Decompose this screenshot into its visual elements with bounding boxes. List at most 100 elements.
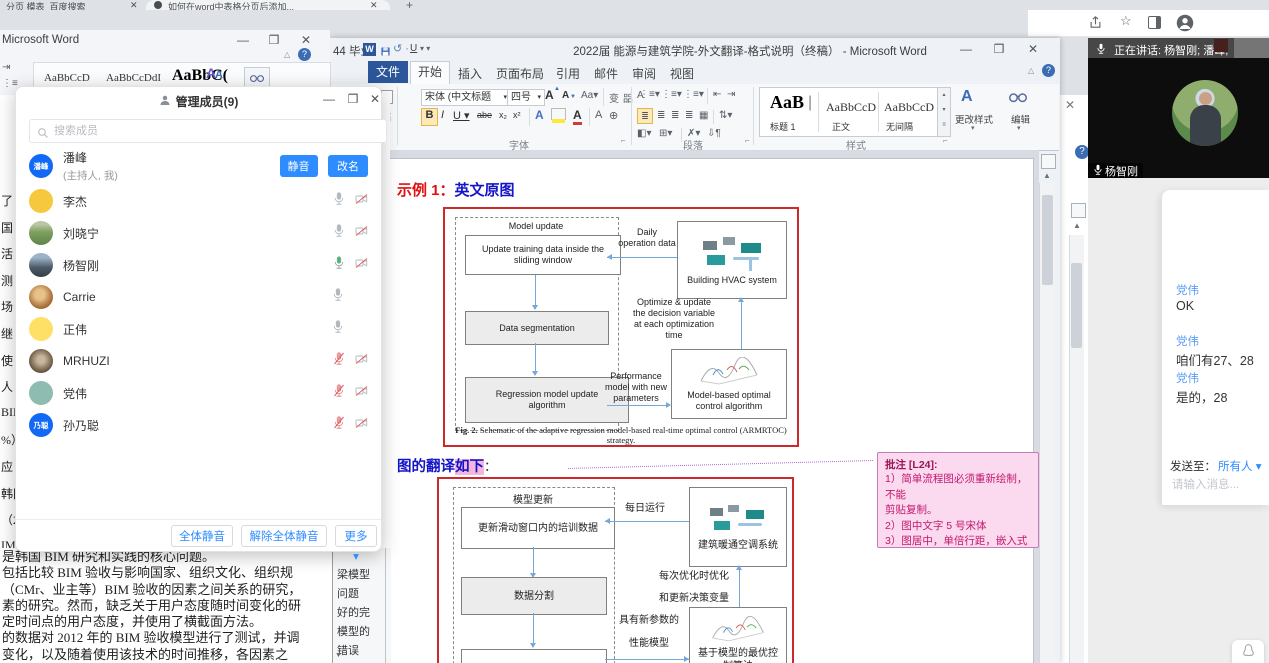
styles-gallery[interactable]: AaB| 标题 1 AaBbCcD 正文 AaBbCcD 无间隔 bbox=[759, 87, 939, 137]
mute-button[interactable]: 静音 bbox=[280, 155, 318, 177]
indent-icon[interactable]: ⇥ bbox=[2, 62, 10, 73]
superscript-icon[interactable]: x² bbox=[513, 110, 521, 120]
help-icon[interactable]: ? bbox=[1075, 145, 1089, 159]
distribute-icon[interactable]: ▦ bbox=[699, 110, 708, 121]
tab-close-icon[interactable]: ✕ bbox=[130, 0, 138, 10]
style-preview-normal[interactable]: AaBbCcD bbox=[826, 100, 876, 115]
menu-dots-icon[interactable]: ⋮ bbox=[1264, 13, 1269, 27]
tab-review[interactable]: 审阅 bbox=[632, 65, 656, 82]
help-icon[interactable]: ? bbox=[298, 48, 311, 61]
scroll-up-icon[interactable]: ▲ bbox=[1043, 171, 1051, 180]
minimize-icon[interactable]: — bbox=[232, 33, 254, 47]
camera-off-icon[interactable] bbox=[355, 416, 368, 434]
camera-off-icon[interactable] bbox=[355, 224, 368, 242]
style-preview-heading1[interactable]: AaB bbox=[770, 92, 804, 113]
tab-close-icon[interactable]: ✕ bbox=[370, 0, 378, 10]
ribbon-collapse-icon[interactable]: △ bbox=[1028, 66, 1034, 75]
mic-icon[interactable] bbox=[333, 192, 345, 210]
member-row[interactable]: 乃聪 孙乃聪 bbox=[29, 409, 368, 441]
phonetic-guide-icon[interactable]: 变 bbox=[609, 90, 619, 105]
text-effects-icon[interactable]: A bbox=[535, 108, 544, 122]
bold-icon[interactable]: B bbox=[421, 108, 438, 126]
align-right-icon[interactable]: ≣ bbox=[671, 110, 679, 121]
video-tile[interactable]: 杨智刚 bbox=[1088, 58, 1269, 178]
italic-icon[interactable]: I bbox=[441, 109, 444, 121]
browser-tab-1[interactable]: 分页 模表_百度搜索 bbox=[6, 0, 86, 10]
undo-icon[interactable]: ↺ · bbox=[393, 42, 409, 55]
maximize-icon[interactable]: ❒ bbox=[263, 33, 285, 47]
camera-off-icon[interactable] bbox=[355, 384, 368, 402]
multilevel-list-icon[interactable]: ⋮≡▾ bbox=[683, 89, 704, 100]
sort-icon[interactable]: ⇩¶ bbox=[707, 128, 721, 139]
shrink-font-icon[interactable]: A bbox=[562, 90, 569, 101]
member-row[interactable]: Carrie bbox=[29, 281, 368, 313]
style-preview[interactable]: AaBbCcD bbox=[44, 72, 90, 84]
profile-avatar-icon[interactable] bbox=[1176, 14, 1194, 37]
dropdown-icon[interactable]: ▼ bbox=[335, 652, 342, 659]
tab-insert[interactable]: 插入 bbox=[458, 65, 482, 82]
underline-icon[interactable]: U ▾ bbox=[453, 109, 470, 122]
member-row[interactable]: 李杰 bbox=[29, 185, 368, 217]
close-icon[interactable]: ✕ bbox=[295, 33, 317, 47]
camera-off-icon[interactable] bbox=[355, 352, 368, 370]
mic-muted-icon[interactable] bbox=[333, 384, 345, 402]
change-styles-icon[interactable]: A bbox=[961, 88, 973, 106]
styles-dialog-launcher-icon[interactable]: ⌐ bbox=[943, 136, 948, 145]
member-row[interactable]: 刘晓宁 bbox=[29, 217, 368, 249]
numbering-icon[interactable]: ⋮≡▾ bbox=[661, 89, 682, 100]
more-button[interactable]: 更多 ▾ bbox=[335, 525, 377, 547]
font-size-select[interactable]: 四号▾ bbox=[507, 89, 545, 106]
comment-balloon[interactable]: 批注 [L24]: 1）简单流程图必须重新绘制，不能剪贴复制。2）图中文字 5 … bbox=[877, 452, 1039, 548]
mute-all-button[interactable]: 全体静音 bbox=[171, 525, 233, 547]
styles-gallery-scroll[interactable]: ▴▾≡ bbox=[937, 87, 951, 137]
mic-icon[interactable] bbox=[333, 224, 345, 242]
style-preview[interactable]: AaBbCcDdI bbox=[106, 72, 161, 84]
tab-file[interactable]: 文件 bbox=[368, 61, 408, 83]
bullets-icon[interactable]: ⋮≡▾ bbox=[639, 89, 660, 100]
tab-page-layout[interactable]: 页面布局 bbox=[496, 65, 544, 82]
browser-tab-2[interactable]: 如何在word中表格分页后添加... ✕ bbox=[146, 0, 390, 10]
change-case-icon[interactable]: Aa▾ bbox=[581, 90, 598, 101]
member-row[interactable]: 杨智刚 bbox=[29, 249, 368, 281]
minimize-icon[interactable]: — bbox=[318, 92, 340, 106]
browse-object-icon[interactable] bbox=[1041, 154, 1056, 169]
font-dialog-launcher-icon[interactable]: ⌐ bbox=[621, 136, 626, 145]
font-name-select[interactable]: 宋体 (中文标题 ▾ bbox=[421, 89, 511, 106]
bookmark-star-icon[interactable]: ☆ bbox=[1120, 13, 1132, 29]
camera-off-icon[interactable] bbox=[355, 192, 368, 210]
minimize-icon[interactable]: — bbox=[955, 42, 977, 56]
decrease-indent-icon[interactable]: ⇤ bbox=[713, 89, 721, 100]
new-tab-button[interactable]: + bbox=[406, 0, 413, 10]
strikethrough-icon[interactable]: abe bbox=[477, 110, 492, 120]
member-row-panfeng[interactable]: 潘峰 潘峰 (主持人, 我) 静音 改名 bbox=[29, 147, 368, 185]
member-row[interactable]: 党伟 bbox=[29, 377, 368, 409]
rename-button[interactable]: 改名 bbox=[328, 155, 368, 177]
char-shading-icon[interactable]: A bbox=[595, 109, 602, 121]
grow-font-icon[interactable]: A bbox=[545, 88, 554, 102]
chat-input[interactable] bbox=[1170, 478, 1266, 492]
close-icon[interactable]: ✕ bbox=[1022, 42, 1044, 56]
share-icon[interactable] bbox=[1088, 15, 1103, 35]
mic-icon[interactable] bbox=[332, 320, 344, 338]
close-icon[interactable]: ✕ bbox=[1065, 98, 1075, 112]
subscript-icon[interactable]: x₂ bbox=[499, 110, 507, 120]
save-icon[interactable] bbox=[380, 44, 391, 62]
qat-dropdown-icon[interactable]: ▾ ▾ bbox=[420, 44, 430, 53]
mic-muted-icon[interactable] bbox=[333, 416, 345, 434]
increase-indent-icon[interactable]: ⇥ bbox=[727, 89, 735, 100]
mic-muted-icon[interactable] bbox=[333, 352, 345, 370]
member-row[interactable]: 正伟 bbox=[29, 313, 368, 345]
tab-mailings[interactable]: 邮件 bbox=[594, 65, 618, 82]
style-preview-nospacing[interactable]: AaBbCcD bbox=[884, 100, 934, 115]
justify-icon[interactable]: ≣ bbox=[685, 110, 693, 121]
search-member-box[interactable]: 搜索成员 bbox=[29, 119, 387, 143]
send-to-select[interactable]: 所有人 ▾ bbox=[1218, 458, 1261, 474]
maximize-icon[interactable]: ❒ bbox=[988, 42, 1010, 56]
align-left-icon[interactable]: ≣ bbox=[637, 108, 653, 124]
close-icon[interactable]: ✕ bbox=[364, 92, 386, 106]
qq-dock-icon[interactable] bbox=[1232, 640, 1264, 663]
mic-icon[interactable] bbox=[332, 288, 344, 306]
underline-qat-icon[interactable]: U bbox=[410, 43, 417, 54]
align-center-icon[interactable]: ≣ bbox=[657, 110, 665, 121]
line-spacing-icon[interactable]: ⇅▾ bbox=[719, 110, 732, 121]
